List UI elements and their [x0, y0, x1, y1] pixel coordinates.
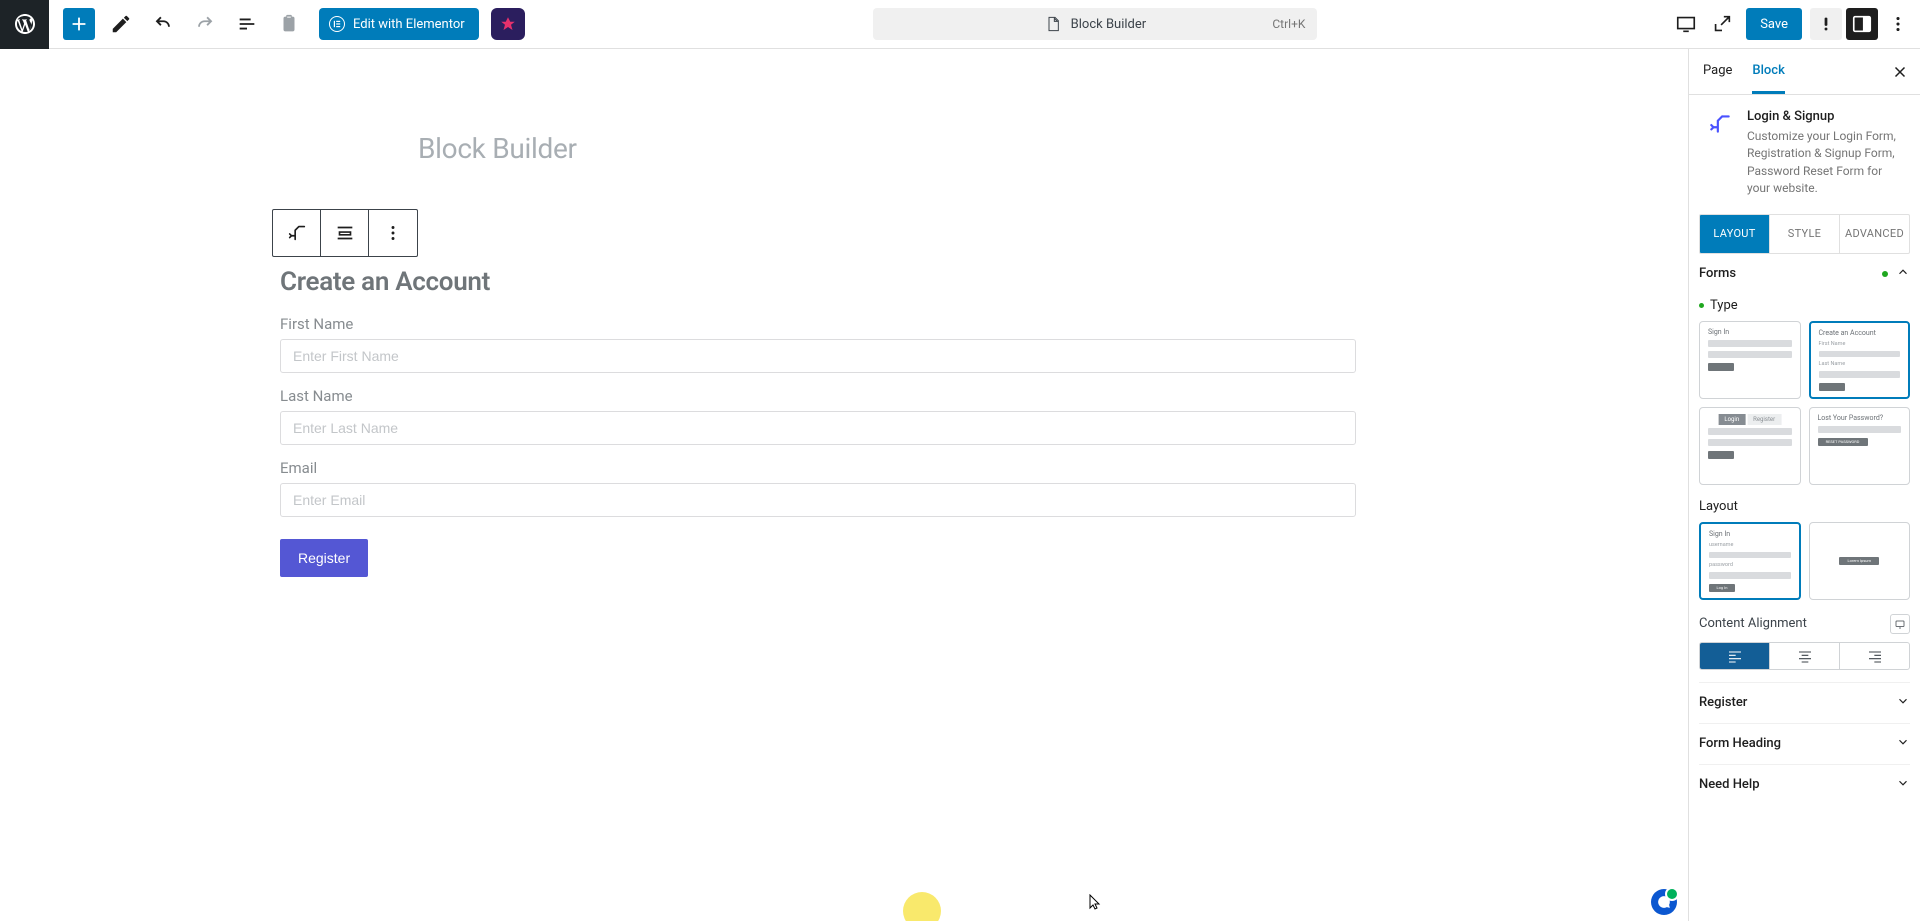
section-register[interactable]: Register	[1699, 683, 1910, 723]
type-options-grid: Sign In Create an Account First Name Las…	[1699, 321, 1910, 485]
more-options-button[interactable]	[1882, 8, 1914, 40]
type-option-create-account[interactable]: Create an Account First Name Last Name	[1809, 321, 1911, 399]
edit-tool-button[interactable]	[105, 8, 137, 40]
email-label: Email	[280, 459, 1356, 477]
page-icon	[1045, 16, 1061, 32]
editor-canvas[interactable]: Block Builder Create an Account First Na…	[0, 49, 1687, 921]
email-input[interactable]	[280, 483, 1356, 517]
subtab-layout[interactable]: LAYOUT	[1700, 215, 1770, 253]
paste-button[interactable]	[273, 8, 305, 40]
responsive-toggle-button[interactable]	[1890, 614, 1910, 634]
layout-option-button[interactable]: Lorem Ipsum	[1809, 522, 1911, 600]
help-chat-button[interactable]	[1651, 889, 1677, 915]
section-forms[interactable]: Forms	[1699, 254, 1910, 294]
save-button[interactable]: Save	[1746, 8, 1802, 40]
first-name-input[interactable]	[280, 339, 1356, 373]
block-type-button[interactable]	[273, 210, 321, 256]
edit-with-elementor-button[interactable]: Edit with Elementor	[319, 8, 479, 40]
block-more-button[interactable]	[369, 210, 417, 256]
block-description: Customize your Login Form, Registration …	[1747, 128, 1904, 198]
type-option-tabs[interactable]: Login Register	[1699, 407, 1801, 485]
layout-option-form[interactable]: Sign In username password Log In	[1699, 522, 1801, 600]
block-summary: Login & Signup Customize your Login Form…	[1689, 95, 1920, 210]
subtab-advanced[interactable]: ADVANCED	[1840, 215, 1909, 253]
issues-button[interactable]	[1810, 8, 1842, 40]
block-name: Login & Signup	[1747, 109, 1904, 124]
last-name-label: Last Name	[280, 387, 1356, 405]
section-form-heading[interactable]: Form Heading	[1699, 724, 1910, 764]
view-desktop-button[interactable]	[1670, 8, 1702, 40]
chevron-up-icon	[1896, 265, 1910, 283]
elementor-icon	[329, 16, 345, 32]
last-name-input[interactable]	[280, 411, 1356, 445]
section-need-help[interactable]: Need Help	[1699, 765, 1910, 805]
cursor-icon	[1089, 894, 1101, 913]
form-heading: Create an Account	[280, 267, 1356, 297]
document-title-bar[interactable]: Block Builder Ctrl+K	[873, 8, 1317, 40]
type-label: Type	[1699, 298, 1910, 313]
document-overview-button[interactable]	[231, 8, 263, 40]
wordpress-logo[interactable]	[0, 0, 49, 49]
settings-panel-toggle[interactable]	[1846, 8, 1878, 40]
view-page-button[interactable]	[1706, 8, 1738, 40]
align-center-button[interactable]	[1770, 643, 1840, 669]
block-align-button[interactable]	[321, 210, 369, 256]
shortcut-hint: Ctrl+K	[1272, 17, 1305, 31]
subtab-style[interactable]: STYLE	[1770, 215, 1840, 253]
chevron-down-icon	[1896, 694, 1910, 712]
woodmart-button[interactable]	[491, 8, 525, 40]
elementor-label: Edit with Elementor	[353, 17, 465, 32]
undo-button[interactable]	[147, 8, 179, 40]
page-title[interactable]: Block Builder	[418, 132, 577, 165]
register-button[interactable]: Register	[280, 539, 368, 577]
block-icon	[1705, 109, 1735, 139]
block-toolbar	[272, 209, 418, 257]
modified-indicator-icon	[1699, 303, 1704, 308]
first-name-label: First Name	[280, 315, 1356, 333]
chevron-down-icon	[1896, 776, 1910, 794]
layout-label: Layout	[1699, 499, 1910, 514]
panel-tab-block[interactable]: Block	[1752, 49, 1784, 94]
type-option-signin[interactable]: Sign In	[1699, 321, 1801, 399]
layout-options-grid: Sign In username password Log In Lorem I…	[1699, 522, 1910, 600]
type-option-lost-password[interactable]: Lost Your Password? RESET PASSWORD	[1809, 407, 1911, 485]
redo-button[interactable]	[189, 8, 221, 40]
content-alignment-label: Content Alignment	[1699, 616, 1807, 631]
alignment-buttons	[1699, 642, 1910, 670]
document-title: Block Builder	[1071, 17, 1147, 32]
highlight-indicator	[903, 892, 941, 921]
panel-close-button[interactable]	[1886, 58, 1914, 86]
settings-panel: Page Block Login & Signup Customize your…	[1688, 49, 1920, 921]
panel-subtabs: LAYOUT STYLE ADVANCED	[1699, 214, 1910, 254]
chevron-down-icon	[1896, 735, 1910, 753]
align-right-button[interactable]	[1840, 643, 1909, 669]
modified-indicator-icon	[1882, 271, 1888, 277]
panel-tab-page[interactable]: Page	[1703, 49, 1732, 94]
add-block-button[interactable]	[63, 8, 95, 40]
align-left-button[interactable]	[1700, 643, 1770, 669]
login-signup-block[interactable]: Create an Account First Name Last Name E…	[280, 267, 1356, 577]
